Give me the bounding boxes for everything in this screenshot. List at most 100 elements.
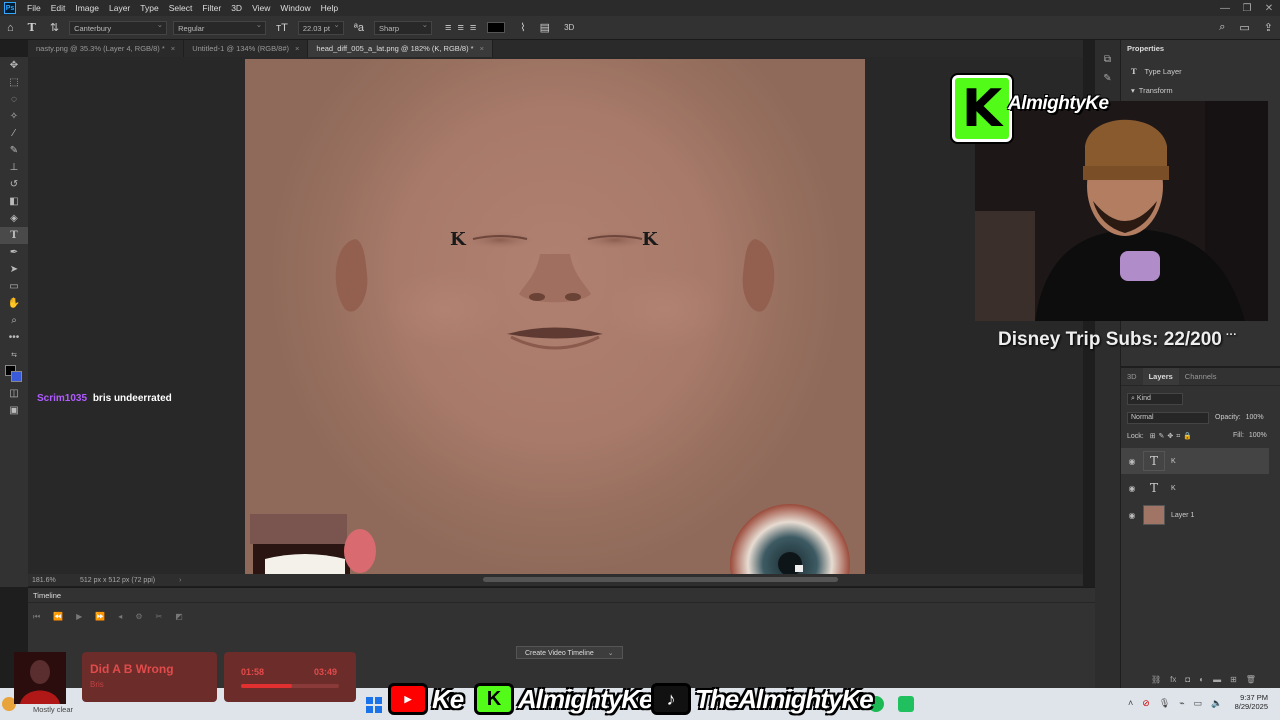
zoom-tool-icon[interactable]: ⌕: [0, 312, 28, 329]
new-layer-icon[interactable]: ⊞: [1230, 675, 1237, 684]
menu-window[interactable]: Window: [275, 3, 315, 13]
move-tool-icon[interactable]: ✥: [0, 57, 28, 74]
pen-tool-icon[interactable]: ✒: [0, 244, 28, 261]
share-icon[interactable]: ⇪: [1257, 21, 1280, 34]
path-select-tool-icon[interactable]: ➤: [0, 261, 28, 278]
font-style-select[interactable]: Regular: [173, 20, 267, 35]
brush-panel-icon[interactable]: ✎: [1095, 73, 1120, 84]
status-chevron-icon[interactable]: ›: [179, 577, 181, 584]
align-center-icon[interactable]: ≡: [454, 22, 466, 34]
visibility-eye-icon[interactable]: ◉: [1121, 484, 1143, 493]
link-layers-icon[interactable]: ⛓: [1151, 675, 1161, 684]
visibility-eye-icon[interactable]: ◉: [1121, 511, 1143, 520]
color-swatches[interactable]: [0, 363, 28, 385]
document-canvas[interactable]: K K: [245, 59, 865, 574]
menu-3d[interactable]: 3D: [226, 3, 247, 13]
close-tab-icon[interactable]: ×: [171, 44, 175, 53]
windows-start-icon[interactable]: [366, 697, 382, 713]
workspace-icon[interactable]: ▭: [1232, 21, 1256, 34]
history-panel-icon[interactable]: ⧉: [1095, 54, 1120, 65]
paint-bucket-tool-icon[interactable]: ◈: [0, 210, 28, 227]
more-tools-icon[interactable]: •••: [0, 329, 28, 346]
prev-frame-icon[interactable]: ⏪: [53, 612, 63, 622]
maximize-button[interactable]: ❐: [1236, 3, 1258, 14]
close-tab-icon[interactable]: ×: [480, 44, 484, 53]
rectangle-tool-icon[interactable]: ▭: [0, 278, 28, 295]
new-group-icon[interactable]: ▬: [1213, 675, 1221, 684]
first-frame-icon[interactable]: ⏮: [33, 612, 40, 622]
screen-mode-icon[interactable]: ▣: [0, 402, 28, 419]
layer-filter-select[interactable]: ⌕ Kind: [1127, 393, 1183, 405]
opacity-value[interactable]: 100%: [1246, 414, 1264, 421]
layer-row-layer-1[interactable]: ◉ Layer 1: [1121, 502, 1269, 528]
menu-file[interactable]: File: [22, 3, 46, 13]
antivirus-icon[interactable]: ⊘: [1142, 698, 1150, 709]
character-panel-icon[interactable]: ▤: [533, 21, 557, 34]
tab-channels[interactable]: Channels: [1179, 368, 1223, 385]
eyedropper-tool-icon[interactable]: ⁄: [0, 125, 28, 142]
background-color[interactable]: [11, 371, 22, 382]
add-mask-icon[interactable]: ◘: [1185, 675, 1190, 684]
tab-nasty[interactable]: nasty.png @ 35.3% (Layer 4, RGB/8) * ×: [28, 40, 185, 57]
3d-button[interactable]: 3D: [557, 23, 581, 32]
transform-section[interactable]: Transform: [1139, 86, 1173, 95]
split-icon[interactable]: ✂: [155, 612, 162, 622]
horizontal-scrollbar[interactable]: [483, 577, 838, 582]
delete-layer-icon[interactable]: 🗑: [1246, 675, 1256, 684]
app-tray-icon[interactable]: [898, 696, 914, 712]
lasso-tool-icon[interactable]: ◌: [0, 91, 28, 108]
minimize-button[interactable]: —: [1214, 3, 1236, 14]
next-frame-icon[interactable]: ⏩: [95, 612, 105, 622]
close-tab-icon[interactable]: ×: [295, 44, 299, 53]
stamp-tool-icon[interactable]: ⊥: [0, 159, 28, 176]
home-icon[interactable]: ⌂: [0, 22, 21, 34]
hand-tool-icon[interactable]: ✋: [0, 295, 28, 312]
tab-untitled-1[interactable]: Untitled-1 @ 134% (RGB/8#) ×: [184, 40, 309, 57]
volume-icon[interactable]: 🔈: [1211, 698, 1222, 709]
tab-head-diff[interactable]: head_diff_005_a_lat.png @ 182% (K, RGB/8…: [308, 40, 493, 57]
menu-type[interactable]: Type: [135, 3, 163, 13]
text-color-swatch[interactable]: [487, 22, 506, 33]
microphone-icon[interactable]: 🎙: [1159, 698, 1170, 709]
blend-mode-select[interactable]: Normal: [1127, 412, 1209, 424]
font-size-select[interactable]: 22.03 pt: [297, 20, 344, 35]
clock-time[interactable]: 9:37 PM: [1225, 693, 1268, 702]
network-icon[interactable]: ⌁: [1179, 698, 1184, 709]
align-left-icon[interactable]: ≡: [435, 22, 454, 34]
text-orientation-icon[interactable]: ⇅: [43, 21, 66, 34]
marquee-tool-icon[interactable]: ⬚: [0, 74, 28, 91]
clock-date[interactable]: 8/29/2025: [1225, 702, 1268, 711]
eraser-tool-icon[interactable]: ◧: [0, 193, 28, 210]
align-right-icon[interactable]: ≡: [467, 22, 479, 34]
visibility-eye-icon[interactable]: ◉: [1121, 457, 1143, 466]
type-tool-preset-icon[interactable]: T: [21, 21, 43, 34]
display-icon[interactable]: ▭: [1194, 698, 1203, 709]
menu-edit[interactable]: Edit: [46, 3, 71, 13]
zoom-level[interactable]: 181.6%: [32, 577, 64, 584]
quick-mask-icon[interactable]: ◫: [0, 385, 28, 402]
history-brush-tool-icon[interactable]: ↺: [0, 176, 28, 193]
weather-status[interactable]: Mostly clear: [33, 705, 73, 714]
magic-wand-tool-icon[interactable]: ✧: [0, 108, 28, 125]
chevron-down-icon[interactable]: ⌄: [608, 650, 614, 657]
audio-icon[interactable]: ◂: [118, 612, 122, 622]
lock-icons[interactable]: ⊞✎✥⌗🔒: [1150, 433, 1195, 440]
menu-filter[interactable]: Filter: [197, 3, 226, 13]
menu-help[interactable]: Help: [316, 3, 343, 13]
fill-value[interactable]: 100%: [1249, 432, 1267, 439]
menu-layer[interactable]: Layer: [104, 3, 135, 13]
fx-icon[interactable]: fx: [1170, 675, 1176, 684]
properties-title[interactable]: Properties: [1121, 40, 1280, 57]
menu-select[interactable]: Select: [164, 3, 198, 13]
layer-row-k-2[interactable]: ◉ T K: [1121, 475, 1269, 501]
type-tool-icon[interactable]: T: [0, 227, 28, 244]
menu-view[interactable]: View: [247, 3, 275, 13]
brush-tool-icon[interactable]: ✎: [0, 142, 28, 159]
font-family-select[interactable]: Canterbury: [69, 20, 168, 35]
search-icon[interactable]: ⌕: [1212, 21, 1232, 34]
swap-colors-icon[interactable]: ⇆: [0, 346, 28, 363]
close-button[interactable]: ✕: [1258, 3, 1280, 14]
tab-3d[interactable]: 3D: [1121, 368, 1143, 385]
play-icon[interactable]: ▶: [76, 612, 82, 622]
settings-icon[interactable]: ⚙: [135, 612, 142, 622]
